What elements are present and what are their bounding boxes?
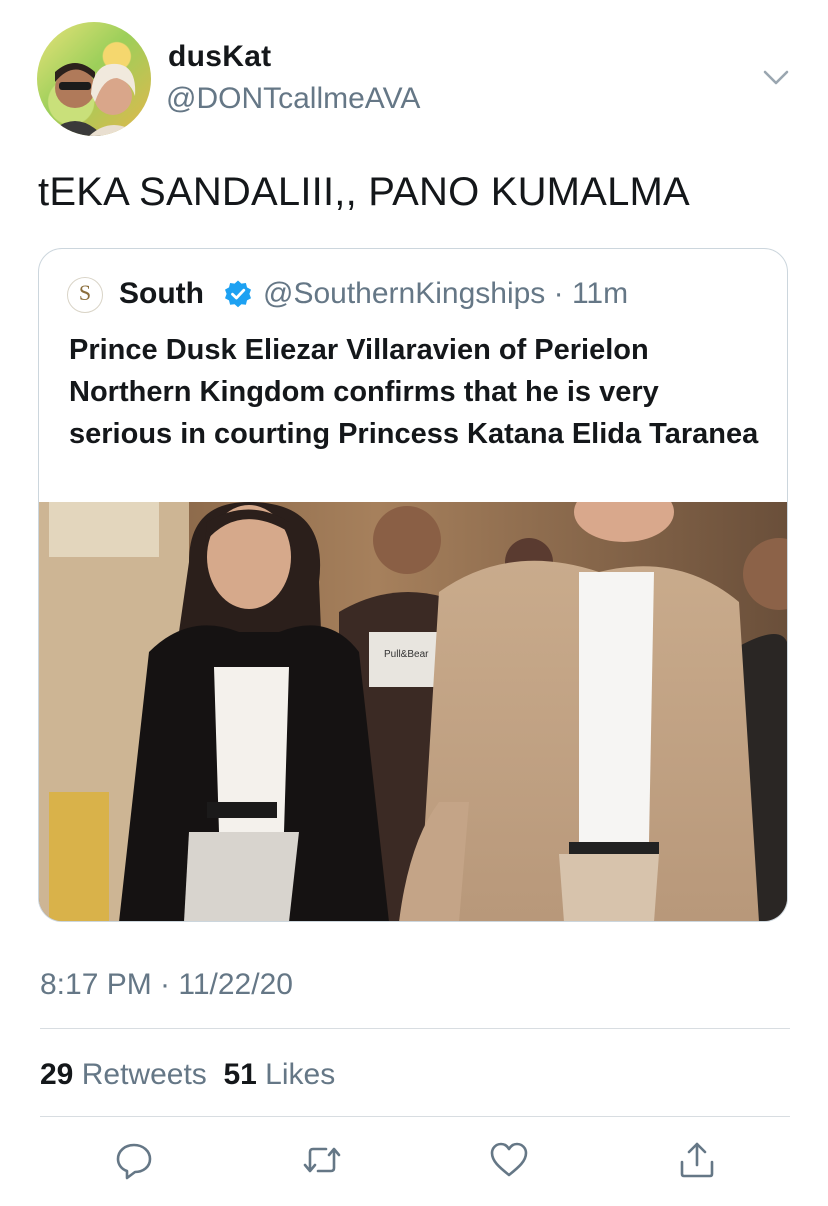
tweet-timestamp[interactable]: 8:17 PM · 11/22/20 — [40, 968, 293, 1002]
logo-letter: S — [78, 280, 92, 305]
retweet-icon — [303, 1147, 341, 1173]
author-handle[interactable]: @DONTcallmeAVA — [166, 82, 420, 116]
avatar-photo — [47, 63, 141, 136]
like-count[interactable]: 51 — [223, 1058, 256, 1091]
like-button[interactable] — [489, 1140, 529, 1180]
quote-author-name[interactable]: South — [119, 277, 204, 311]
chevron-down-icon[interactable] — [760, 64, 792, 90]
verified-badge-icon — [223, 279, 253, 309]
tweet-text: tEKA SANDALIII,, PANO KUMALMA — [38, 170, 690, 214]
author-avatar[interactable] — [37, 22, 151, 136]
reply-button[interactable] — [114, 1140, 154, 1180]
quoted-tweet-text: Prince Dusk Eliezar Villaravien of Perie… — [69, 334, 759, 450]
tweet-stats: 29 Retweets 51 Likes — [40, 1058, 335, 1092]
quoted-tweet-card[interactable]: S South @SouthernKingships · 11m Prince … — [38, 248, 788, 922]
retweet-label[interactable]: Retweets — [82, 1058, 207, 1091]
author-name[interactable]: dusKat — [168, 40, 271, 74]
divider — [40, 1116, 790, 1117]
share-button[interactable] — [677, 1140, 717, 1180]
shirt-logo-text: Pull&Bear — [384, 649, 429, 660]
quote-author-handle-time[interactable]: @SouthernKingships · 11m — [263, 277, 628, 311]
retweet-button[interactable] — [302, 1140, 342, 1180]
like-label[interactable]: Likes — [265, 1058, 335, 1091]
heart-icon — [490, 1142, 528, 1177]
reply-icon — [116, 1143, 152, 1180]
share-icon — [680, 1142, 714, 1178]
quoted-tweet-photo[interactable]: Pull&Bear — [39, 502, 787, 922]
quote-author-logo[interactable]: S — [67, 277, 103, 313]
retweet-count[interactable]: 29 — [40, 1058, 73, 1091]
divider — [40, 1028, 790, 1029]
